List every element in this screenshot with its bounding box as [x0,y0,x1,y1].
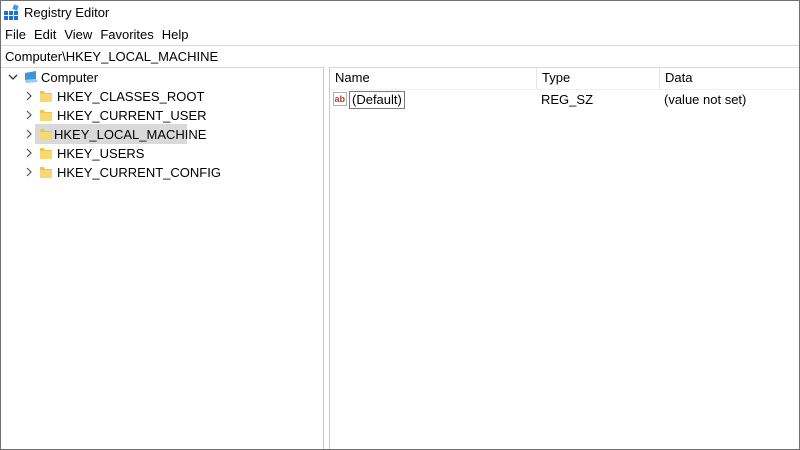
svg-text:ab: ab [335,94,346,104]
title-bar: Registry Editor [1,1,799,25]
address-path[interactable]: Computer\HKEY_LOCAL_MACHINE [1,49,218,64]
folder-icon [40,167,52,178]
value-type-cell: REG_SZ [541,92,594,107]
menu-edit[interactable]: Edit [30,25,60,45]
string-value-icon: ab [333,92,347,106]
address-bar[interactable]: Computer\HKEY_LOCAL_MACHINE [1,45,799,68]
chevron-down-icon[interactable] [8,72,18,82]
tree-node-hkey-current-config[interactable]: HKEY_CURRENT_CONFIG [54,163,224,182]
tree-node-label: HKEY_CURRENT_USER [57,108,207,123]
folder-icon [40,91,52,102]
chevron-right-icon[interactable] [24,91,34,101]
chevron-right-icon[interactable] [24,148,34,158]
tree-node-hkey-local-machine[interactable]: HKEY_LOCAL_MACHINE [35,124,206,144]
registry-editor-icon [4,4,19,20]
menu-bar: File Edit View Favorites Help [1,25,799,45]
menu-favorites[interactable]: Favorites [96,25,157,45]
tree-node-label: HKEY_LOCAL_MACHINE [54,126,207,142]
column-header-type[interactable]: Type [537,67,660,89]
menu-view[interactable]: View [60,25,96,45]
folder-icon [40,129,52,140]
tree-node-label: HKEY_CLASSES_ROOT [57,89,205,104]
key-tree-pane[interactable]: Computer HKEY_CLASSES_ROOT HKEY_CURRENT_… [1,67,324,449]
tree-node-label: HKEY_CURRENT_CONFIG [57,165,221,180]
window-title: Registry Editor [24,5,110,20]
tree-node-label: Computer [41,70,99,85]
chevron-right-icon[interactable] [24,110,34,120]
tree-node-hkey-classes-root[interactable]: HKEY_CLASSES_ROOT [54,87,207,106]
registry-editor-window: Registry Editor File Edit View Favorites… [0,0,800,450]
column-header-name[interactable]: Name [330,67,537,89]
tree-node-label: HKEY_USERS [57,146,145,161]
value-name-cell[interactable]: (Default) [349,91,405,109]
menu-help[interactable]: Help [158,25,193,45]
folder-icon [40,110,52,121]
chevron-right-icon[interactable] [24,167,34,177]
tree-node-hkey-users[interactable]: HKEY_USERS [54,144,147,163]
folder-icon [40,148,52,159]
table-row[interactable]: ab (Default) REG_SZ (value not set) [330,90,799,110]
menu-file[interactable]: File [1,25,30,45]
computer-icon [25,71,38,83]
value-data-cell: (value not set) [664,92,747,107]
chevron-right-icon[interactable] [24,129,34,139]
values-list-pane[interactable]: Name Type Data ab (Default) REG_SZ (valu… [330,67,799,449]
tree-node-computer[interactable]: Computer [38,68,101,87]
tree-node-hkey-current-user[interactable]: HKEY_CURRENT_USER [54,106,210,125]
column-header-data[interactable]: Data [660,67,799,89]
